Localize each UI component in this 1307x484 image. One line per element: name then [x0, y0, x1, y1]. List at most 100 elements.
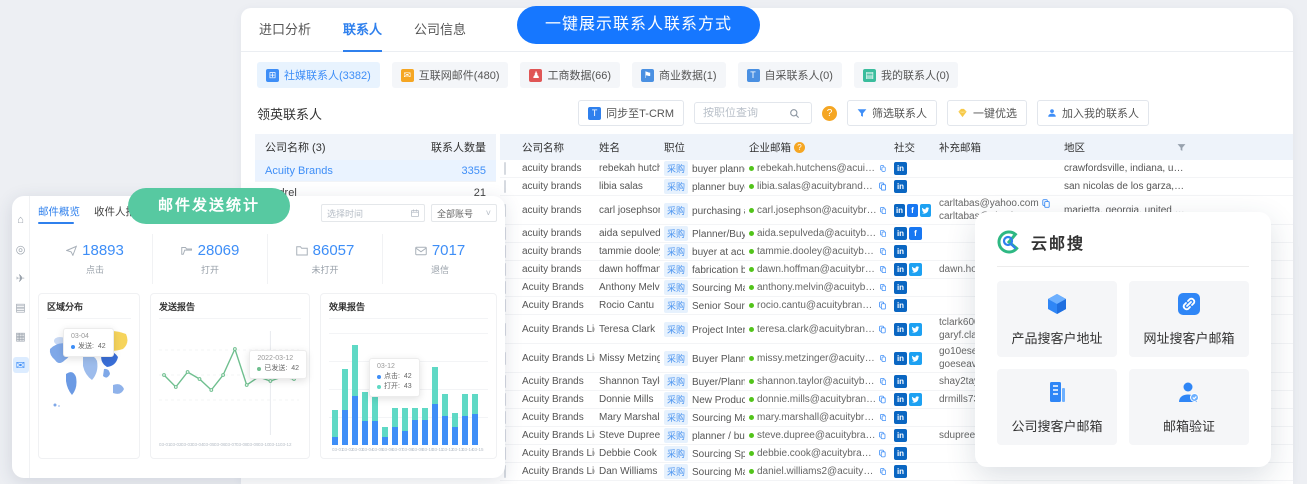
filter-chip-3[interactable]: ⚑商业数据(1): [632, 62, 725, 88]
copy-icon[interactable]: [880, 283, 886, 292]
bar-segment-click: [472, 414, 478, 445]
mail-icon[interactable]: ✉: [13, 357, 29, 373]
folder-open-icon: [181, 245, 193, 256]
facebook-icon[interactable]: f: [907, 204, 918, 217]
linkedin-icon[interactable]: in: [894, 393, 907, 406]
linkedin-icon[interactable]: in: [894, 429, 907, 442]
linkedin-icon[interactable]: in: [894, 180, 907, 193]
tab-email-overview[interactable]: 邮件概览: [38, 204, 80, 224]
linkedin-icon[interactable]: in: [894, 227, 907, 240]
copy-icon[interactable]: [879, 182, 886, 191]
header-region: 地区: [1060, 139, 1190, 156]
copy-icon[interactable]: [879, 301, 886, 310]
copy-icon[interactable]: [880, 413, 886, 422]
twitter-icon[interactable]: [909, 393, 922, 406]
linkedin-icon[interactable]: in: [894, 245, 907, 258]
add-to-my-contacts-button[interactable]: 加入我的联系人: [1037, 100, 1149, 126]
twitter-icon[interactable]: [909, 352, 922, 365]
filter-chip-1[interactable]: ✉互联网邮件(480): [392, 62, 509, 88]
linkedin-icon[interactable]: in: [894, 263, 907, 276]
cell-company: acuity brands: [518, 162, 595, 175]
twitter-icon[interactable]: [909, 263, 922, 276]
cloud-tile-0[interactable]: 产品搜客户地址: [997, 281, 1117, 357]
date-range-picker[interactable]: 选择时间: [321, 204, 425, 222]
header-company: 公司名称: [518, 139, 595, 156]
purchase-tag: 采购: [664, 392, 688, 407]
copy-icon[interactable]: [879, 395, 886, 404]
stat-label: 点击: [86, 263, 104, 276]
linkedin-icon[interactable]: in: [894, 375, 907, 388]
tab-import-analysis[interactable]: 进口分析: [259, 8, 311, 52]
cloud-tile-1[interactable]: 网址搜客户邮箱: [1129, 281, 1249, 357]
one-click-optimize-button[interactable]: 一键优选: [947, 100, 1027, 126]
copy-icon[interactable]: [880, 265, 886, 274]
table-row[interactable]: acuity brandslibia salas采购planner buyerl…: [500, 178, 1293, 196]
bar-segment-open: [362, 392, 368, 422]
email-help-icon[interactable]: ?: [794, 142, 805, 153]
bar-03-07: [392, 408, 398, 445]
tab-contacts[interactable]: 联系人: [343, 8, 382, 52]
linkedin-icon[interactable]: in: [894, 323, 907, 336]
cell-company: acuity brands: [518, 245, 595, 258]
calendar-icon[interactable]: ▦: [13, 328, 29, 344]
copy-icon[interactable]: [880, 377, 886, 386]
linkedin-icon[interactable]: in: [894, 299, 907, 312]
linkedin-icon[interactable]: in: [894, 204, 905, 217]
cell-name: libia salas: [595, 180, 660, 193]
copy-icon[interactable]: [879, 325, 886, 334]
copy-icon[interactable]: [880, 229, 886, 238]
copy-icon[interactable]: [879, 449, 886, 458]
account-select[interactable]: 全部账号 ˅: [431, 204, 497, 222]
tab-company-info[interactable]: 公司信息: [414, 8, 466, 52]
cell-name: aida sepulveda: [595, 227, 660, 240]
column-filter-icon[interactable]: [1177, 143, 1186, 152]
linkedin-icon[interactable]: in: [894, 411, 907, 424]
home-icon[interactable]: ⌂: [13, 212, 29, 228]
copy-icon[interactable]: [879, 431, 886, 440]
help-icon[interactable]: ?: [822, 106, 837, 121]
filter-contacts-button[interactable]: 筛选联系人: [847, 100, 937, 126]
sync-tcrm-button[interactable]: T 同步至T-CRM: [578, 100, 684, 126]
copy-icon[interactable]: [880, 467, 886, 476]
cloud-tile-2[interactable]: 公司搜客户邮箱: [997, 369, 1117, 445]
send-icon[interactable]: ✈: [13, 270, 29, 286]
copy-icon[interactable]: [880, 247, 886, 256]
copy-icon[interactable]: [880, 206, 886, 215]
row-checkbox[interactable]: [504, 180, 506, 193]
filter-chip-5[interactable]: ▤我的联系人(0): [854, 62, 958, 88]
bar-segment-open: [332, 410, 338, 438]
linkedin-icon[interactable]: in: [894, 447, 907, 460]
copy-icon[interactable]: [880, 354, 886, 363]
company-row[interactable]: Acuity Brands3355: [255, 160, 496, 182]
linkedin-icon[interactable]: in: [894, 465, 907, 478]
cell-email: daniel.williams2@acuitybrands.com: [745, 465, 890, 478]
compass-icon[interactable]: ◎: [13, 241, 29, 257]
region-distribution-card: 区域分布 03-04发送: 42: [38, 293, 140, 459]
contact-count-header: 联系人数量: [431, 139, 486, 155]
facebook-icon[interactable]: f: [909, 227, 922, 240]
contact-method-callout: 一键展示联系人联系方式: [517, 6, 760, 44]
linkedin-icon[interactable]: in: [894, 352, 907, 365]
briefcase-icon[interactable]: ▤: [13, 299, 29, 315]
linkedin-icon[interactable]: in: [894, 162, 907, 175]
filter-chip-0[interactable]: ⊞社媒联系人(3382): [257, 62, 380, 88]
main-tabs: 进口分析 联系人 公司信息: [241, 8, 1293, 52]
twitter-icon[interactable]: [909, 323, 922, 336]
linkedin-icon[interactable]: in: [894, 281, 907, 294]
row-checkbox[interactable]: [504, 162, 506, 175]
filter-chip-4[interactable]: T自采联系人(0): [738, 62, 842, 88]
section-header: 领英联系人 T 同步至T-CRM ? 筛选联系人 一键优选: [241, 94, 1293, 134]
twitter-icon[interactable]: [920, 204, 931, 217]
contact-source-filters: ⊞社媒联系人(3382) ✉互联网邮件(480) ♟工商数据(66) ⚑商业数据(1)…: [241, 52, 1293, 94]
cloud-tile-3[interactable]: 邮箱验证: [1129, 369, 1249, 445]
page: 一键展示联系人联系方式 进口分析 联系人 公司信息 ⊞社媒联系人(3382) ✉互…: [0, 0, 1307, 484]
cell-email: steve.dupree@acuitybrands.com: [745, 429, 890, 442]
copy-icon[interactable]: [1042, 199, 1050, 208]
divider: [997, 266, 1249, 267]
search-icon[interactable]: [789, 108, 800, 119]
table-row[interactable]: acuity brandsrebekah hutchens采购buyer pla…: [500, 160, 1293, 178]
copy-icon[interactable]: [880, 164, 886, 173]
stat-label: 未打开: [311, 263, 338, 276]
filter-chip-2[interactable]: ♟工商数据(66): [520, 62, 620, 88]
search-input[interactable]: [703, 107, 789, 119]
